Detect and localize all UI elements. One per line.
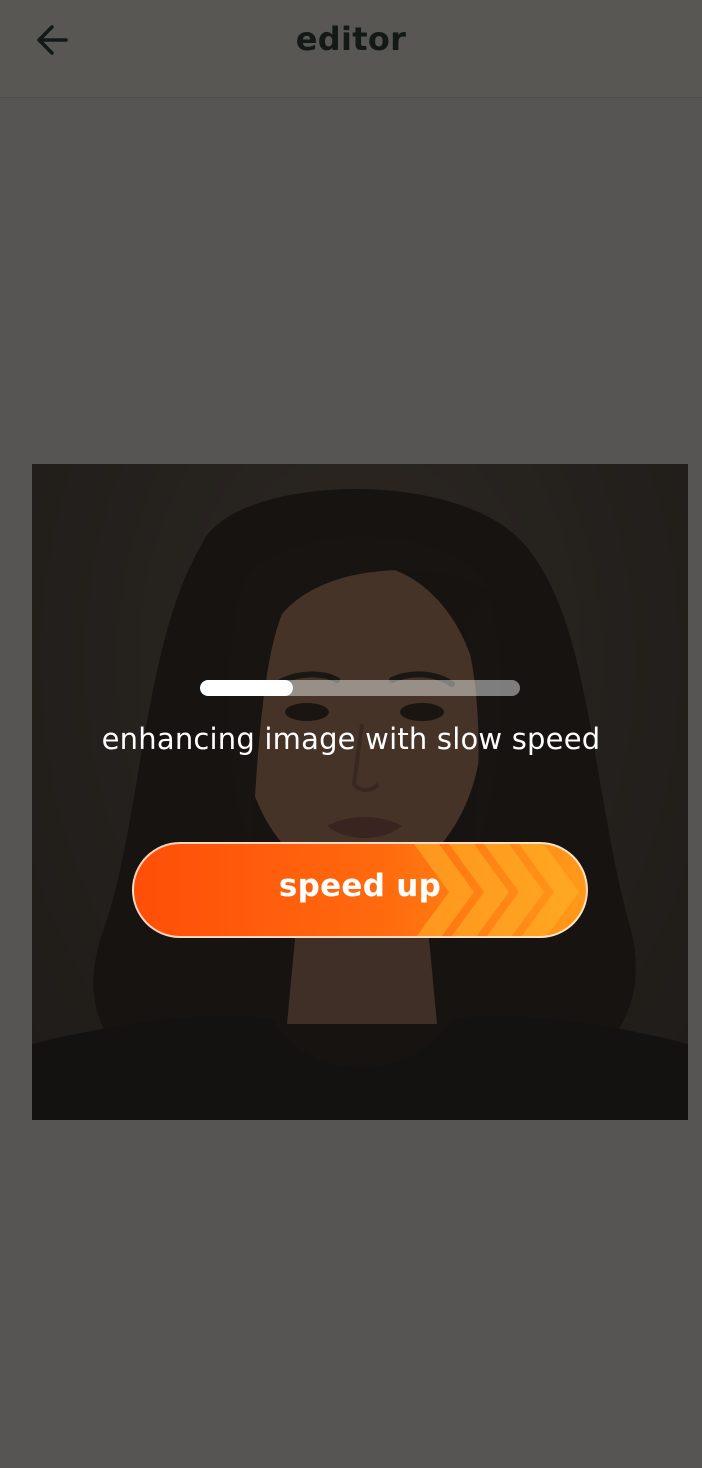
speed-up-button[interactable]: speed up xyxy=(132,842,588,938)
progress-fill xyxy=(200,680,293,696)
speed-up-label: speed up xyxy=(278,868,442,904)
screen: editor xyxy=(0,0,702,1468)
status-text: enhancing image with slow speed xyxy=(101,722,601,756)
progress-bar xyxy=(200,680,520,696)
